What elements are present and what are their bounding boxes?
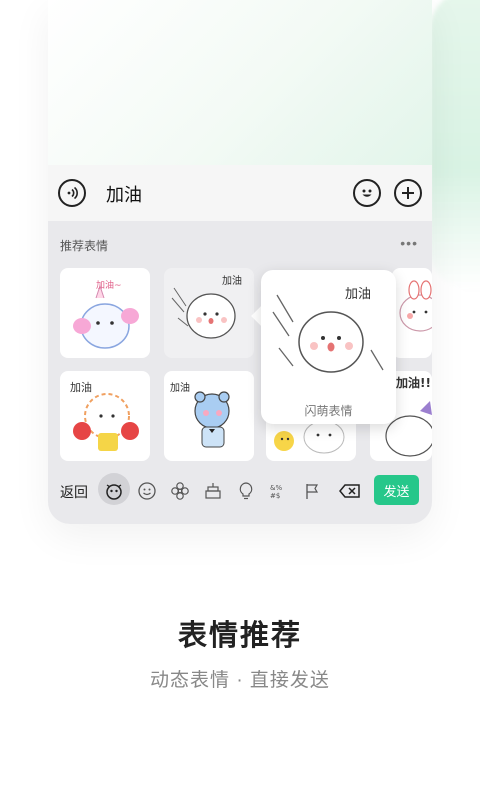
svg-text:#$: #$ [270,492,280,500]
bun-cheer-sticker: 加油 [171,274,242,339]
cake-icon[interactable] [203,481,223,501]
bun-cheer-preview-image: 加油 [272,287,384,373]
sticker-keyboard: 推荐表情 ••• 加油~ 加油 加油 加油 加油!! 加油 闪萌表情 返回 &%… [48,221,432,524]
popup-label: 闪萌表情 [304,404,353,418]
input-bar: 加油 [48,165,432,221]
backspace-icon[interactable] [338,481,362,501]
voice-icon[interactable] [58,179,86,207]
more-icon[interactable]: ••• [400,235,418,251]
sticker-caption: 加油!! [395,375,431,390]
decorative-glow [430,0,480,290]
promo-title: 表情推荐 [177,620,302,652]
emoji-icon[interactable] [353,179,381,207]
sticker-item[interactable]: 加油 [60,371,150,461]
sticker-caption: 加油 [70,380,92,394]
send-button[interactable]: 发送 [374,475,419,505]
sticker-item[interactable]: 加油 [164,371,254,461]
symbols-icon[interactable]: &% #$ [269,481,289,501]
promo-page: 加油 推荐表情 ••• 加油~ 加油 加油 加油 加油!! 加油 闪萌表情 返回… [0,0,480,800]
keyboard-toolbar: 返回 &% #$ 发送 [48,473,432,507]
popup-sticker-caption: 加油 [345,287,371,302]
section-title: 推荐表情 [60,239,109,253]
message-input[interactable]: 加油 [106,181,142,207]
rabbit-sticker [399,280,432,332]
sticker-face-icon[interactable] [104,481,124,501]
svg-text:&%: &% [270,484,282,492]
sticker-caption: 加油~ [96,279,122,291]
cloud-lion-sticker: 加油 [70,380,139,451]
sticker-caption: 加油 [222,274,242,287]
phone-mockup: 加油 推荐表情 ••• 加油~ 加油 加油 加油 加油!! 加油 闪萌表情 返回… [48,0,432,524]
chat-area [48,0,432,165]
unicorn-cat-sticker: 加油~ [73,279,139,349]
flower-icon[interactable] [170,481,190,501]
lightbulb-icon[interactable] [236,481,256,501]
bear-sticker: 加油 [170,381,230,448]
plus-icon[interactable] [394,179,422,207]
flag-icon[interactable] [302,481,322,501]
sticker-item[interactable]: 加油 [164,268,254,358]
sticker-caption: 加油 [170,381,190,394]
promo-subtitle: 动态表情 · 直接发送 [150,670,330,691]
back-button[interactable]: 返回 [60,482,88,502]
sticker-preview-popup: 加油 闪萌表情 [261,270,396,424]
sticker-item[interactable] [392,268,432,358]
sticker-item[interactable]: 加油~ [60,268,150,358]
smiley-icon[interactable] [137,481,157,501]
